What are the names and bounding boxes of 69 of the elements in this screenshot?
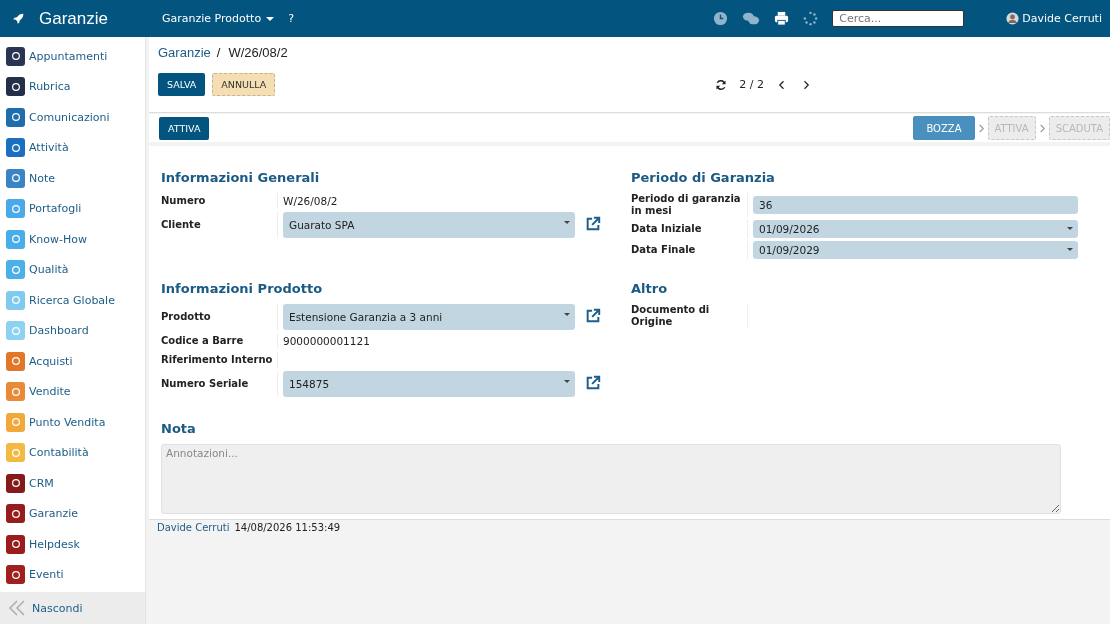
select-field[interactable]: Guarato SPA xyxy=(283,212,575,238)
sidebar-item[interactable]: Dashboard xyxy=(0,315,145,346)
date-field[interactable]: 01/09/2026 xyxy=(753,220,1078,238)
save-button[interactable]: SALVA xyxy=(158,73,206,96)
field-label: Prodotto xyxy=(161,304,278,330)
sidebar-item[interactable]: Garanzie xyxy=(0,498,145,529)
field-value: 9000000001121 xyxy=(283,335,370,347)
app-title: Garanzie xyxy=(39,8,108,29)
field-label: Cliente xyxy=(161,212,278,238)
section-title: Informazioni Prodotto xyxy=(161,281,324,296)
select-field[interactable]: Estensione Garanzia a 3 anni xyxy=(283,304,575,330)
sidebar-item[interactable]: Note xyxy=(0,163,145,194)
sidebar-item[interactable]: Rubrica xyxy=(0,71,145,102)
chat-icon[interactable] xyxy=(742,11,761,26)
search-field[interactable]: Cerca... xyxy=(832,10,965,27)
sidebar-item[interactable]: Attività xyxy=(0,132,145,163)
sidebar-item[interactable]: CRM xyxy=(0,468,145,499)
print-icon[interactable] xyxy=(774,11,790,26)
pager-counter: 2 / 2 xyxy=(739,78,765,91)
input-field[interactable]: 36 xyxy=(753,196,1078,214)
external-link-icon[interactable] xyxy=(585,374,601,391)
sidebar-item[interactable]: Eventi xyxy=(0,559,145,590)
field-value: W/26/08/2 xyxy=(283,195,338,207)
breadcrumb-link[interactable]: Garanzie xyxy=(158,45,211,60)
field-label: Periodo di garanzia in mesi xyxy=(631,193,748,217)
chevron-icon xyxy=(977,123,985,133)
breadcrumb-separator: / xyxy=(216,45,221,60)
sidebar-item[interactable]: Contabilità xyxy=(0,437,145,468)
spinner-icon xyxy=(803,11,819,26)
activate-button[interactable]: ATTIVA xyxy=(159,116,210,140)
external-link-icon[interactable] xyxy=(585,307,601,324)
sidebar-item[interactable]: Ricerca Globale xyxy=(0,285,145,316)
field-label: Riferimento Interno xyxy=(161,352,278,368)
section-title: Periodo di Garanzia xyxy=(631,170,776,185)
sidebar-item[interactable]: Know-How xyxy=(0,224,145,255)
cancel-button[interactable]: ANNULLA xyxy=(212,73,276,96)
rocket-icon xyxy=(12,12,25,25)
avatar-icon xyxy=(1006,12,1020,25)
sidebar-item[interactable]: Acquisti xyxy=(0,346,145,377)
help-link[interactable]: ? xyxy=(288,12,294,25)
field-label: Numero xyxy=(161,193,278,209)
clock-icon[interactable] xyxy=(713,11,729,26)
section-title: Informazioni Generali xyxy=(161,170,321,185)
sidebar-item[interactable]: Punto Vendita xyxy=(0,407,145,438)
collapse-button[interactable]: Nascondi xyxy=(0,592,145,624)
sidebar-item[interactable]: Vendite xyxy=(0,376,145,407)
sidebar-item[interactable]: Qualità xyxy=(0,254,145,285)
module-menu[interactable]: Garanzie Prodotto xyxy=(162,12,275,25)
sidebar-item[interactable]: Helpdesk xyxy=(0,529,145,560)
sidebar-item[interactable]: Portafogli xyxy=(0,193,145,224)
sidebar-item[interactable]: Appuntamenti xyxy=(0,41,145,72)
field-label: Data Iniziale xyxy=(631,220,748,238)
date-field[interactable]: 01/09/2029 xyxy=(753,241,1078,259)
author-link[interactable]: Davide Cerruti xyxy=(157,522,230,533)
select-field[interactable]: 154875 xyxy=(283,371,575,397)
chevron-icon xyxy=(1038,123,1046,133)
field-label: Numero Seriale xyxy=(161,371,278,397)
field-label: Codice a Barre xyxy=(161,333,278,349)
timestamp: 14/08/2026 11:53:49 xyxy=(234,522,341,533)
section-title: Nota xyxy=(161,421,197,436)
refresh-icon[interactable] xyxy=(715,78,728,91)
note-field[interactable]: Annotazioni... xyxy=(161,444,1061,514)
field-label: Documento di Origine xyxy=(631,304,748,328)
external-link-icon[interactable] xyxy=(585,215,601,232)
sidebar-item[interactable]: Comunicazioni xyxy=(0,102,145,133)
field-label: Data Finale xyxy=(631,241,748,259)
record-title: W/26/08/2 xyxy=(228,45,288,60)
section-title: Altro xyxy=(631,281,669,296)
user-name[interactable]: Davide Cerruti xyxy=(1022,12,1102,25)
